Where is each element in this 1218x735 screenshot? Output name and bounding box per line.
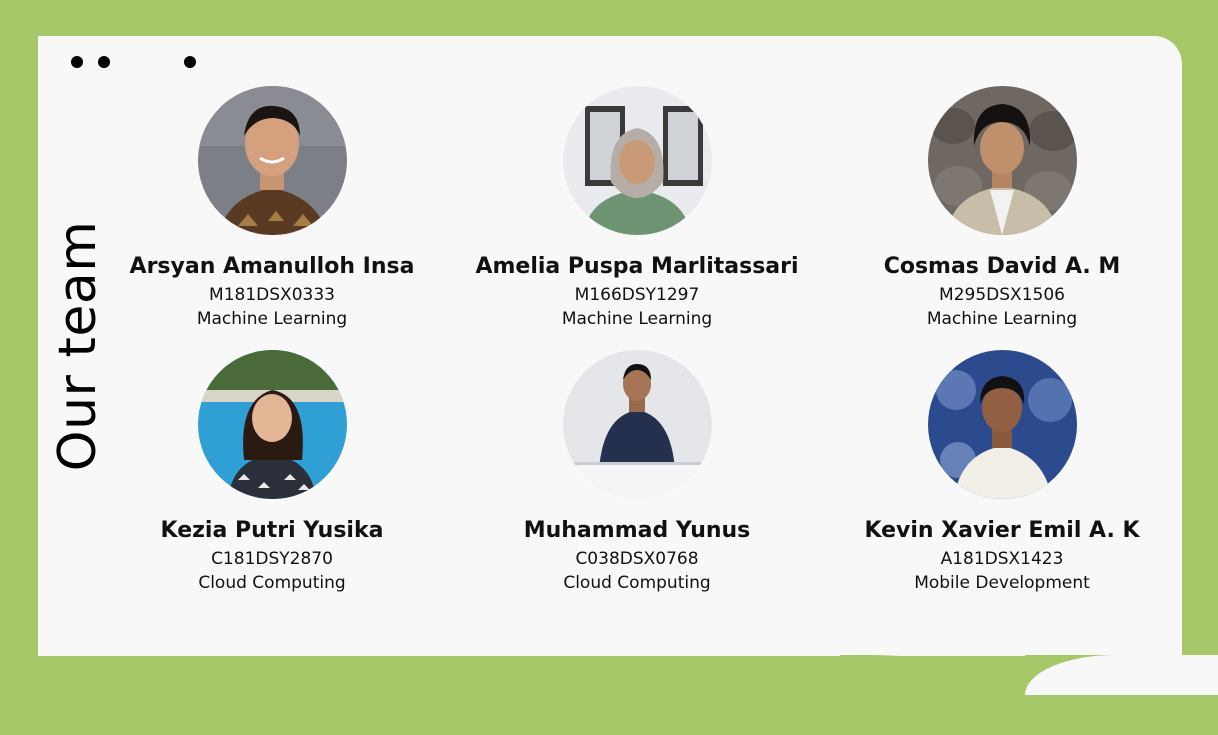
member-name: Muhammad Yunus (523, 518, 751, 543)
team-member-card: Kezia Putri Yusika C181DSY2870 Cloud Com… (102, 350, 442, 595)
decor-dot-1 (71, 56, 83, 68)
member-name: Cosmas David A. M (883, 254, 1121, 279)
member-code: C181DSY2870 (211, 549, 333, 569)
member-photo (927, 350, 1077, 499)
bottom-curve-left (840, 655, 1030, 735)
member-photo (562, 86, 712, 235)
member-code: A181DSX1423 (940, 549, 1064, 569)
team-member-card: Muhammad Yunus C038DSX0768 Cloud Computi… (467, 350, 807, 595)
team-member-card: Amelia Puspa Marlitassari M166DSY1297 Ma… (467, 86, 807, 331)
member-code: M166DSY1297 (574, 285, 700, 305)
member-name: Arsyan Amanulloh Insa (129, 254, 415, 279)
member-photo (927, 86, 1077, 235)
decor-dot-3 (184, 56, 196, 68)
member-code: C038DSX0768 (575, 549, 699, 569)
member-track: Machine Learning (561, 309, 713, 329)
member-code: M295DSX1506 (939, 285, 1065, 305)
member-name: Amelia Puspa Marlitassari (475, 254, 799, 279)
team-member-card: Kevin Xavier Emil A. K A181DSX1423 Mobil… (832, 350, 1172, 595)
member-photo (562, 350, 712, 499)
member-track: Mobile Development (914, 573, 1090, 593)
member-name: Kevin Xavier Emil A. K (864, 518, 1140, 543)
team-member-card: Arsyan Amanulloh Insa M181DSX0333 Machin… (102, 86, 442, 331)
member-track: Cloud Computing (198, 573, 346, 593)
member-track: Machine Learning (196, 309, 348, 329)
team-member-card: Cosmas David A. M M295DSX1506 Machine Le… (832, 86, 1172, 331)
decor-dot-2 (98, 56, 110, 68)
member-track: Cloud Computing (563, 573, 711, 593)
member-name: Kezia Putri Yusika (160, 518, 384, 543)
member-code: M181DSX0333 (209, 285, 335, 305)
member-photo (197, 350, 347, 499)
member-track: Machine Learning (926, 309, 1078, 329)
page-title: Our team (48, 220, 108, 472)
member-photo (197, 86, 347, 235)
